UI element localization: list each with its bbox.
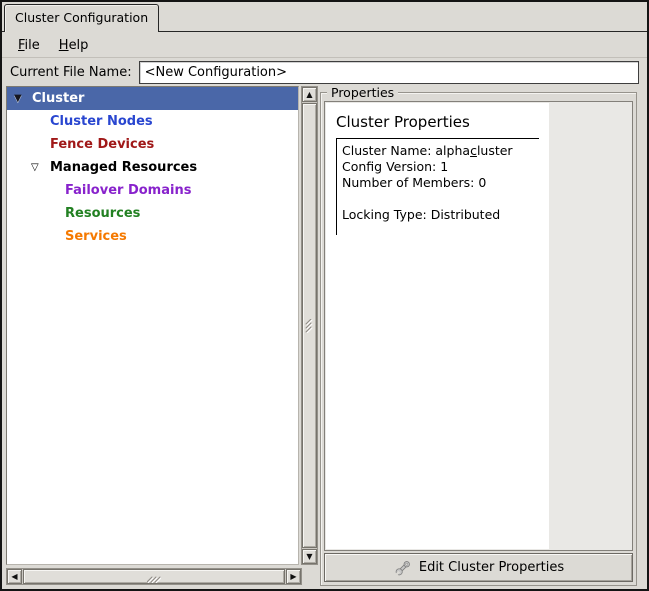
locking-type-line: Locking Type: Distributed <box>342 207 539 223</box>
cluster-name-line: Cluster Name: alphacluster <box>342 143 539 159</box>
cluster-properties-title: Cluster Properties <box>336 113 539 131</box>
tree-item-services[interactable]: Services <box>7 225 298 248</box>
properties-frame: Properties Cluster Properties Cluster Na… <box>320 92 637 586</box>
tree-vertical-scrollbar[interactable]: ▲ ▼ <box>301 86 318 565</box>
tab-label: Cluster Configuration <box>15 10 148 25</box>
members-line: Number of Members: 0 <box>342 175 539 191</box>
scroll-up-icon[interactable]: ▲ <box>302 87 317 102</box>
current-file-name-input[interactable] <box>139 61 639 84</box>
main-area: ▼ Cluster Cluster Nodes Fence Devices ▽ … <box>2 86 647 589</box>
wrench-icon <box>393 558 413 578</box>
tree-item-managed-resources[interactable]: ▽ Managed Resources <box>7 156 298 179</box>
scrollbar-grip-icon <box>304 319 316 333</box>
edit-button-label: Edit Cluster Properties <box>419 560 564 575</box>
edit-cluster-properties-button[interactable]: Edit Cluster Properties <box>324 553 633 582</box>
notebook-tab-row: Cluster Configuration <box>2 2 647 32</box>
tree-horizontal-scrollbar[interactable]: ◀ ▶ <box>6 568 302 585</box>
tree-item-cluster-nodes[interactable]: Cluster Nodes <box>7 110 298 133</box>
cluster-properties-panel: Cluster Properties Cluster Name: alphacl… <box>326 103 549 549</box>
menu-file[interactable]: File <box>15 36 43 55</box>
vertical-scrollbar-thumb[interactable] <box>302 103 317 548</box>
cluster-tree: ▼ Cluster Cluster Nodes Fence Devices ▽ … <box>6 86 299 565</box>
config-version-line: Config Version: 1 <box>342 159 539 175</box>
tree-item-resources[interactable]: Resources <box>7 202 298 225</box>
expander-open-icon[interactable]: ▽ <box>31 156 39 179</box>
cluster-configuration-window: Cluster Configuration File Help Current … <box>0 0 649 591</box>
file-name-bar: Current File Name: <box>2 58 647 86</box>
horizontal-scrollbar-thumb[interactable] <box>23 569 285 584</box>
tree-item-failover-domains[interactable]: Failover Domains <box>7 179 298 202</box>
properties-viewport: Cluster Properties Cluster Name: alphacl… <box>324 101 633 551</box>
tab-cluster-configuration[interactable]: Cluster Configuration <box>4 4 159 32</box>
scroll-down-icon[interactable]: ▼ <box>302 549 317 564</box>
menu-bar: File Help <box>2 32 647 58</box>
properties-frame-label: Properties <box>327 85 398 100</box>
menu-help[interactable]: Help <box>56 36 92 55</box>
cluster-properties-details: Cluster Name: alphacluster Config Versio… <box>336 138 539 235</box>
tree-item-cluster[interactable]: ▼ Cluster <box>7 87 298 110</box>
scrollbar-grip-icon <box>147 571 161 583</box>
scroll-left-icon[interactable]: ◀ <box>7 569 22 584</box>
scroll-right-icon[interactable]: ▶ <box>286 569 301 584</box>
current-file-name-label: Current File Name: <box>10 65 132 80</box>
tree-item-fence-devices[interactable]: Fence Devices <box>7 133 298 156</box>
expander-open-icon[interactable]: ▼ <box>14 87 22 110</box>
